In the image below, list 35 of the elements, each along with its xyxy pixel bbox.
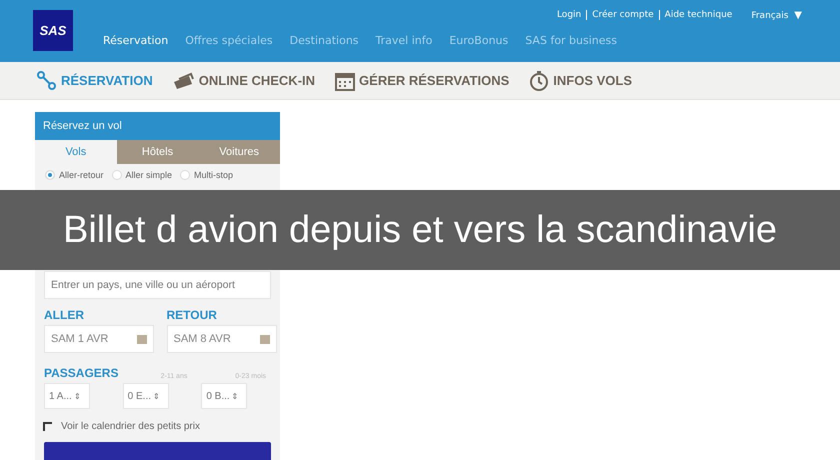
top-link[interactable]: Créer compte (592, 10, 654, 20)
sas-logo[interactable]: SAS (33, 10, 73, 51)
date-field[interactable]: SAM 8 AVR (166, 325, 276, 353)
language-selector[interactable]: Français ▼ (751, 10, 802, 20)
field-label: PASSAGERS (43, 365, 118, 382)
stopwatch-icon (529, 70, 550, 90)
tab[interactable]: Hôtels (116, 140, 198, 164)
calendar-checkbox[interactable]: Voir le calendrier des petits prix (35, 409, 280, 438)
passenger-select[interactable]: 0 B... ⇕ (201, 383, 248, 409)
nav-link[interactable]: Destinations (290, 34, 359, 55)
subnav-link[interactable]: GÉRER RÉSERVATIONS (335, 70, 510, 90)
trip-type-radio[interactable]: Multi-stop (180, 170, 234, 180)
caption-banner: Billet d avion depuis et vers la scandinavie (0, 190, 840, 270)
nav-link[interactable]: Travel info (376, 34, 432, 55)
nav-link[interactable]: SAS for business (525, 34, 618, 55)
field-label: ALLER (43, 307, 85, 324)
passenger-select[interactable]: 0 E... ⇕ (122, 383, 169, 409)
route-icon (37, 70, 57, 90)
subnav-link[interactable]: ONLINE CHECK-IN (172, 72, 316, 90)
trip-type-radio[interactable]: Aller-retour (45, 170, 104, 180)
ticket-icon (172, 72, 195, 90)
subnav-link[interactable]: RÉSERVATION (37, 70, 153, 90)
nav-link[interactable]: Offres spéciales (185, 34, 273, 55)
field-label: RETOUR (166, 307, 218, 324)
top-link[interactable]: Aide technique (664, 10, 732, 20)
tab[interactable]: Voitures (198, 140, 280, 164)
nav-link[interactable]: Réservation (103, 34, 168, 55)
top-link[interactable]: Login (556, 10, 582, 20)
passenger-select[interactable]: 1 A... ⇕ (44, 383, 90, 409)
subnav-link[interactable]: INFOS VOLS (529, 70, 632, 90)
trip-type-radio[interactable]: Aller simple (112, 170, 172, 180)
nav-link[interactable]: EuroBonus (449, 34, 508, 55)
date-field[interactable]: SAM 1 AVR (44, 325, 154, 353)
panel-title: Réservez un vol (35, 112, 280, 140)
input-field[interactable]: Entrer un pays, une ville ou un aéroport (44, 271, 271, 299)
